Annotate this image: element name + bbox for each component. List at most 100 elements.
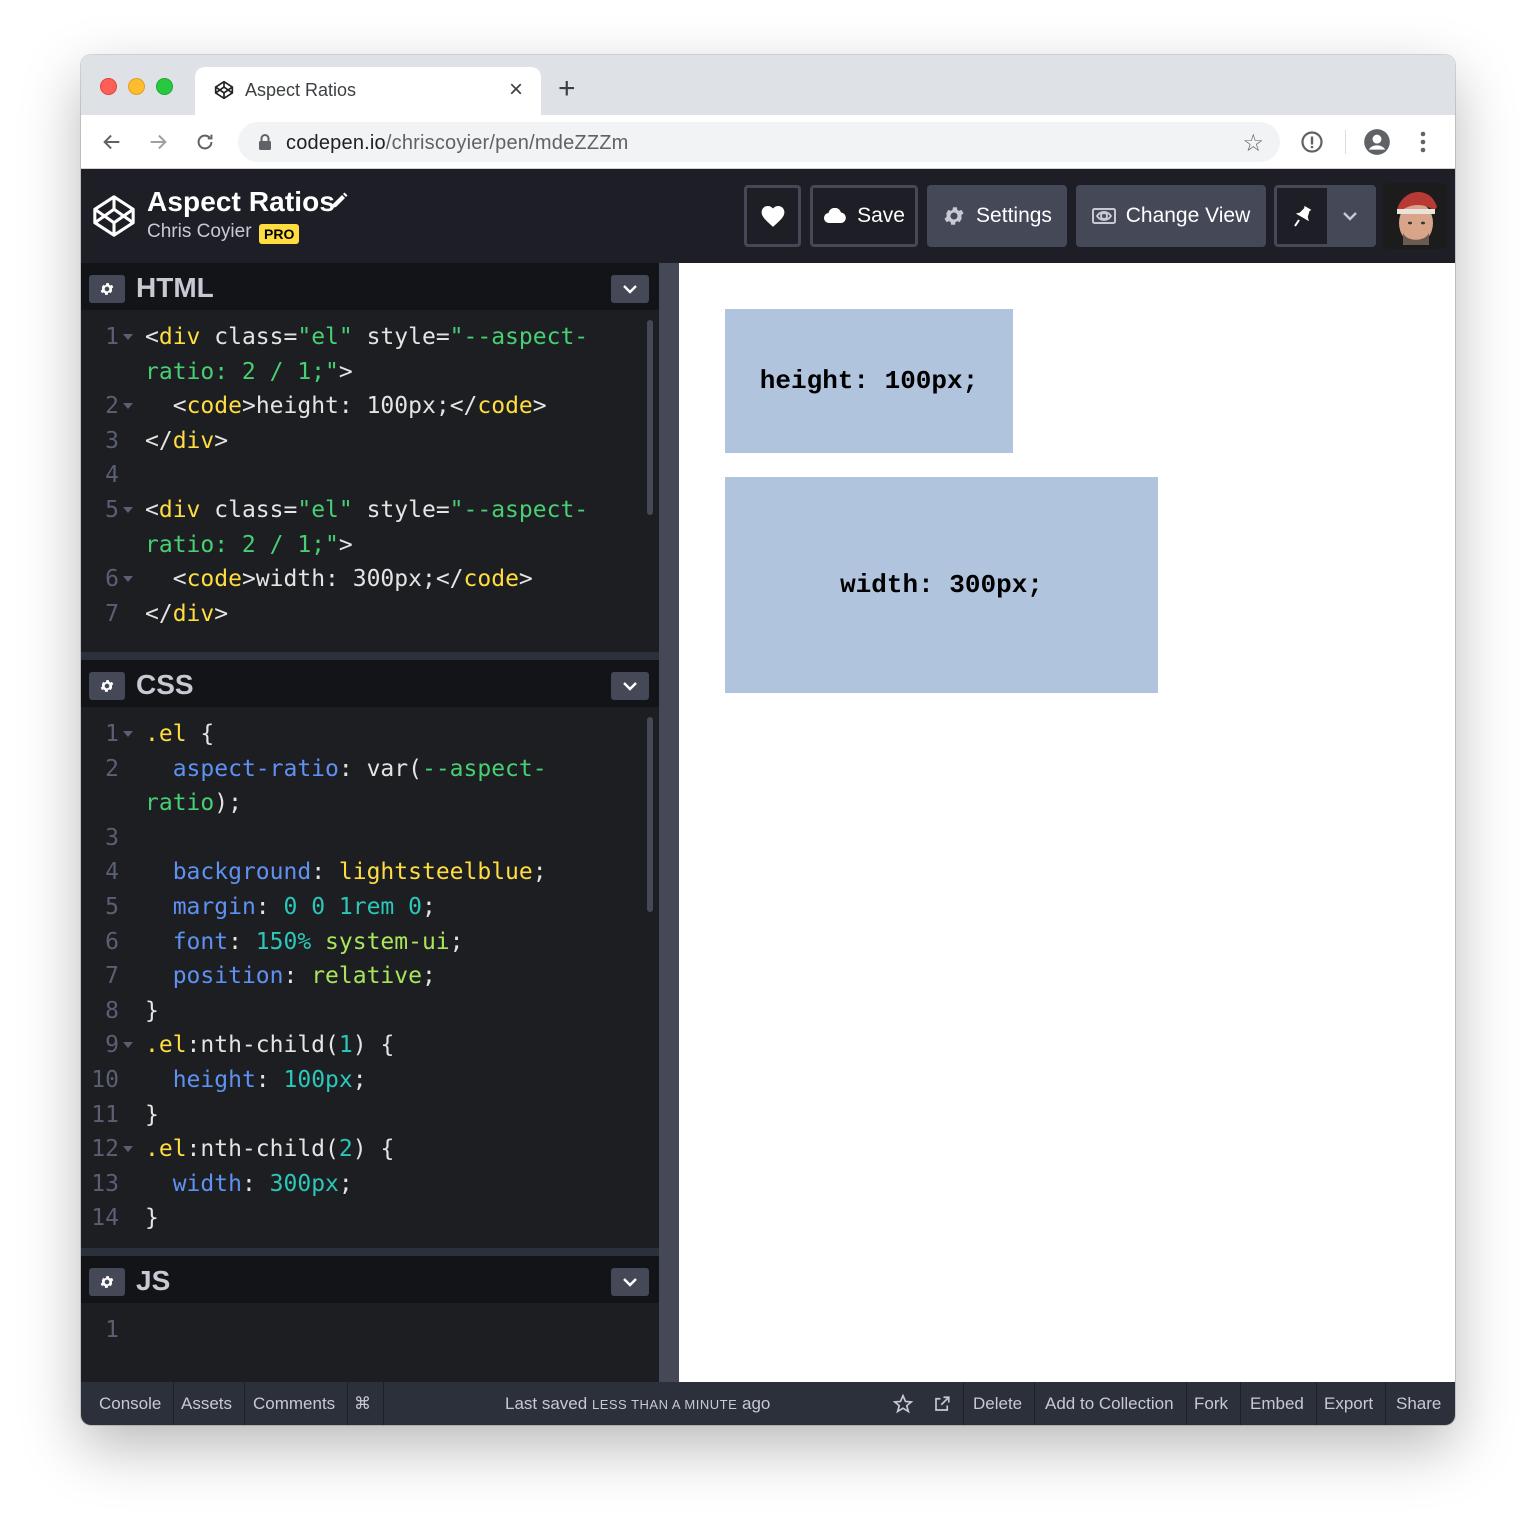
preview-box-height: height: 100px; [725,309,1013,453]
change-view-icon [1091,207,1116,225]
add-to-collection-button[interactable]: Add to Collection [1033,1382,1187,1425]
fold-arrow-icon[interactable] [123,506,133,513]
fold-arrow-icon[interactable] [123,403,133,410]
forward-arrow-icon[interactable] [143,127,173,157]
css-code-area[interactable]: 1 .el { 2 aspect-ratio: var(--aspect- rat… [81,717,659,1236]
pin-dropdown-button[interactable] [1327,188,1373,244]
code-line: 6 <code>width: 300px;</code> [81,562,659,597]
codepen-header: Aspect Ratios Chris Coyier PRO Save Sett… [81,169,1455,263]
code-line: 1 <div class="el" style="--aspect- [81,320,659,355]
settings-button[interactable]: Settings [927,185,1067,247]
css-scrollbar[interactable] [647,717,653,912]
fold-arrow-icon[interactable] [123,1042,133,1049]
address-bar[interactable]: codepen.io/chriscoyier/pen/mdeZZZm ☆ [238,122,1280,162]
heart-button[interactable] [744,185,801,247]
html-scrollbar[interactable] [647,320,653,515]
change-view-button[interactable]: Change View [1076,185,1266,247]
html-panel-toggle[interactable] [611,275,649,303]
assets-button[interactable]: Assets [169,1382,246,1425]
minimize-window-button[interactable] [128,78,145,95]
fold-arrow-icon[interactable] [123,576,133,583]
pin-button[interactable] [1277,188,1327,244]
save-label: Save [857,204,905,227]
preview-box-width: width: 300px; [725,477,1158,693]
js-settings-button[interactable] [89,1268,125,1296]
more-menu-icon[interactable] [1408,127,1438,157]
line-number: 14 [91,1205,119,1232]
tab-title: Aspect Ratios [245,80,357,100]
keyboard-shortcuts-button[interactable]: ⌘ [342,1382,384,1425]
css-settings-button[interactable] [89,672,125,700]
delete-label: Delete [973,1393,1023,1413]
fork-label: Fork [1194,1393,1228,1413]
browser-tab[interactable]: Aspect Ratios × [195,67,541,115]
js-panel-header: JS [81,1256,659,1303]
chevron-down-icon [623,285,637,294]
export-button[interactable]: Export [1312,1382,1387,1425]
code-line: 8} [81,994,659,1029]
saved-prefix: Last saved [505,1394,588,1413]
add-to-collection-label: Add to Collection [1045,1393,1174,1413]
editor-resize-handle[interactable] [659,263,679,1382]
share-button[interactable]: Share [1384,1382,1453,1425]
js-code-area[interactable]: 1 [81,1313,659,1348]
back-arrow-icon[interactable] [97,127,127,157]
line-number: 10 [91,1066,119,1093]
avatar[interactable] [1383,183,1447,249]
maximize-window-button[interactable] [156,78,173,95]
gear-icon [100,680,114,692]
tab-strip: Aspect Ratios × + [81,55,1455,115]
console-button[interactable]: Console [87,1382,175,1425]
css-panel-header: CSS [81,660,659,707]
line-number: 11 [91,1101,119,1128]
bookmark-star-icon[interactable]: ☆ [1242,129,1264,158]
line-number: 1 [105,721,119,747]
change-view-label: Change View [1125,204,1251,227]
js-panel-toggle[interactable] [611,1268,649,1296]
edit-pencil-icon[interactable] [329,191,349,211]
codepen-logo-icon[interactable] [91,193,137,239]
fold-arrow-icon[interactable] [123,1146,133,1153]
gear-icon [942,204,966,228]
url-domain: codepen.io [286,132,386,154]
html-code-area[interactable]: 1 <div class="el" style="--aspect- ratio:… [81,320,659,631]
save-button[interactable]: Save [810,185,918,247]
box1-text: height: 100px; [759,366,979,396]
chevron-down-icon [623,1278,637,1287]
comments-button[interactable]: Comments [241,1382,349,1425]
js-panel-title: JS [136,1265,171,1296]
delete-button[interactable]: Delete [961,1382,1036,1425]
fork-button[interactable]: Fork [1182,1382,1241,1425]
new-tab-button[interactable]: + [558,74,576,104]
reload-icon[interactable] [190,127,220,157]
close-window-button[interactable] [100,78,117,95]
line-number: 7 [105,600,119,627]
preview-pane: height: 100px; width: 300px; [679,263,1455,1382]
editor-column: HTML 1 <div class="el" style="--aspect- r… [81,263,679,1382]
password-manager-icon[interactable] [1297,127,1327,157]
embed-button[interactable]: Embed [1238,1382,1317,1425]
line-number: 1 [105,1317,119,1343]
profile-icon[interactable] [1362,127,1392,157]
pen-title[interactable]: Aspect Ratios [147,186,335,218]
export-label: Export [1324,1393,1374,1413]
code-line: ratio); [145,790,242,817]
code-line: 14} [81,1201,659,1236]
line-number: 5 [105,496,119,523]
browser-window: Aspect Ratios × + codepen.io/chriscoyier… [81,55,1455,1425]
html-settings-button[interactable] [89,275,125,303]
open-external-button[interactable] [921,1382,964,1425]
css-panel-toggle[interactable] [611,672,649,700]
line-number: 5 [105,893,119,920]
external-link-icon [935,1395,950,1411]
code-line: ratio: 2 / 1;"> [145,531,353,558]
tab-close-icon[interactable]: × [509,76,523,104]
line-number: 4 [105,859,119,886]
author-name[interactable]: Chris Coyier [147,221,252,243]
fold-arrow-icon[interactable] [123,731,133,737]
chevron-down-icon [623,682,637,691]
star-button[interactable] [881,1382,925,1425]
code-line: ratio: 2 / 1;"> [145,358,353,385]
fold-arrow-icon[interactable] [123,334,133,340]
line-number: 7 [105,963,119,990]
